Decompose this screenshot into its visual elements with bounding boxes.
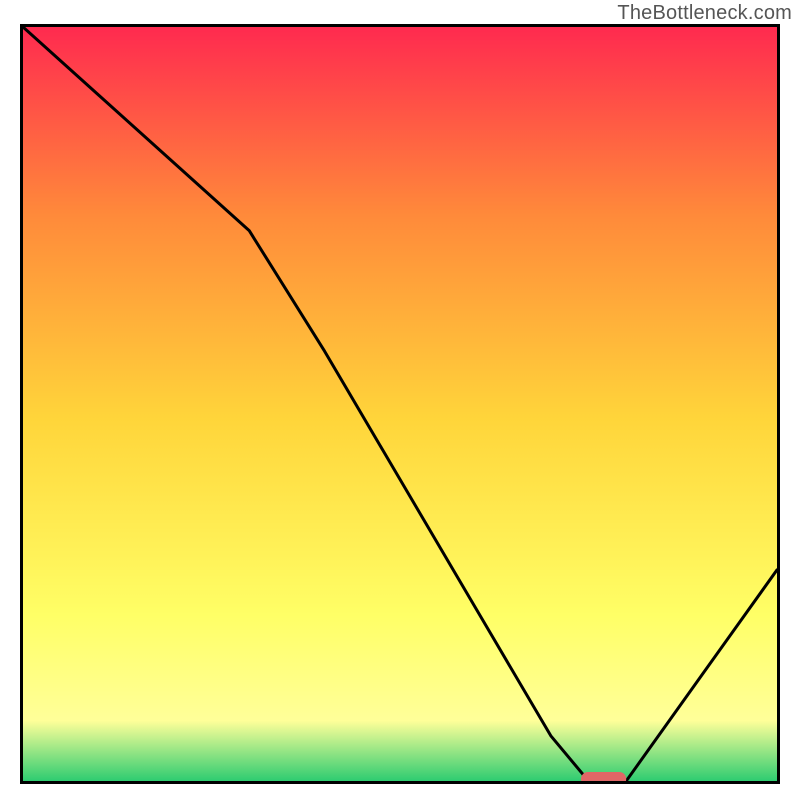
chart-svg: [23, 27, 777, 781]
chart-frame: [20, 24, 780, 784]
watermark-text: TheBottleneck.com: [617, 2, 792, 25]
gradient-background: [23, 27, 777, 781]
optimal-marker: [581, 772, 626, 781]
